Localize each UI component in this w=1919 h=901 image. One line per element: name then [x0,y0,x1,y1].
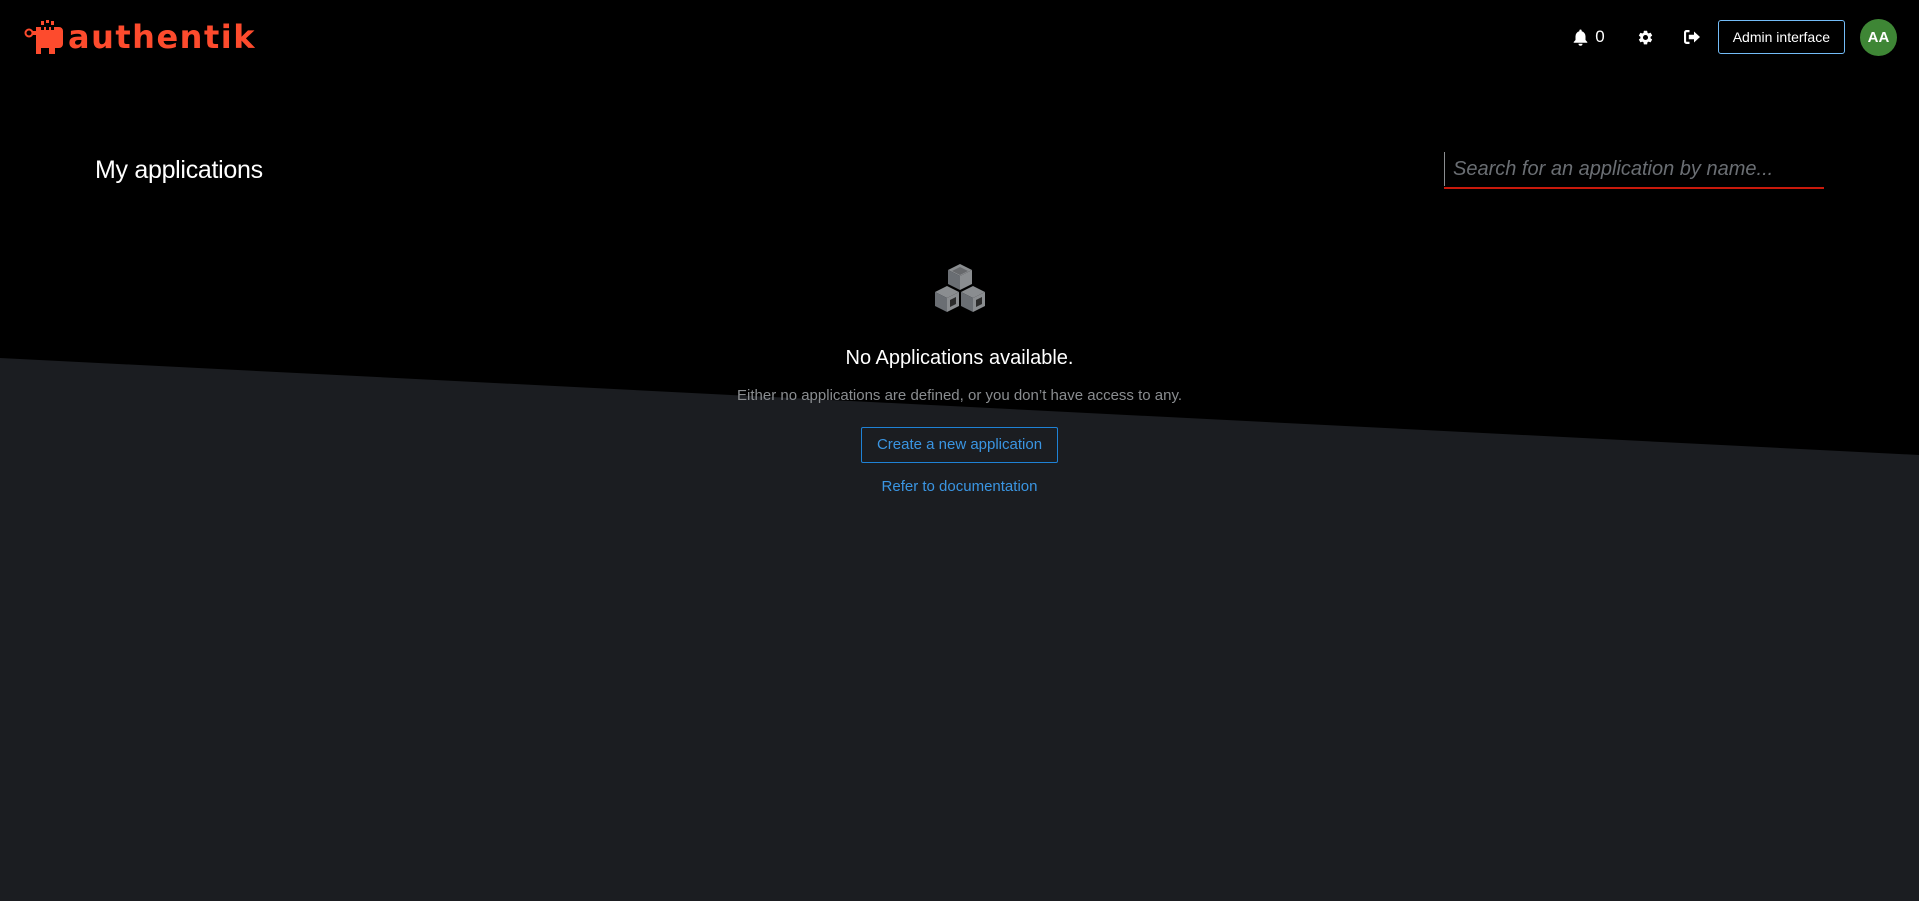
avatar-initials: AA [1867,28,1890,46]
header-actions: 0 Admin interface AA [1573,18,1897,56]
app-page: authentik 0 Admin interface AA My applic… [0,0,1919,901]
top-header: authentik 0 Admin interface AA [0,0,1919,74]
search-field [1444,152,1824,189]
sign-out-icon [1683,30,1700,44]
user-avatar[interactable]: AA [1860,18,1897,56]
notification-count: 0 [1595,27,1605,46]
empty-state-body: Either no applications are defined, or y… [737,387,1182,404]
empty-state-title: No Applications available. [845,347,1074,369]
notifications-button[interactable]: 0 [1573,27,1605,47]
documentation-link[interactable]: Refer to documentation [0,476,1919,498]
page-title: My applications [95,156,263,184]
create-application-button[interactable]: Create a new application [860,427,1059,463]
bell-icon [1573,29,1588,46]
search-input[interactable] [1444,152,1824,186]
admin-interface-button[interactable]: Admin interface [1717,20,1845,54]
brand-name: authentik [68,18,256,56]
logout-button[interactable] [1681,26,1703,48]
brand-logo[interactable]: authentik [24,18,256,56]
authentik-logo-icon [24,20,63,54]
cubes-icon [930,262,990,318]
empty-state: No Applications available. Either no app… [0,262,1919,498]
gear-icon [1639,30,1653,44]
settings-button[interactable] [1635,26,1657,48]
